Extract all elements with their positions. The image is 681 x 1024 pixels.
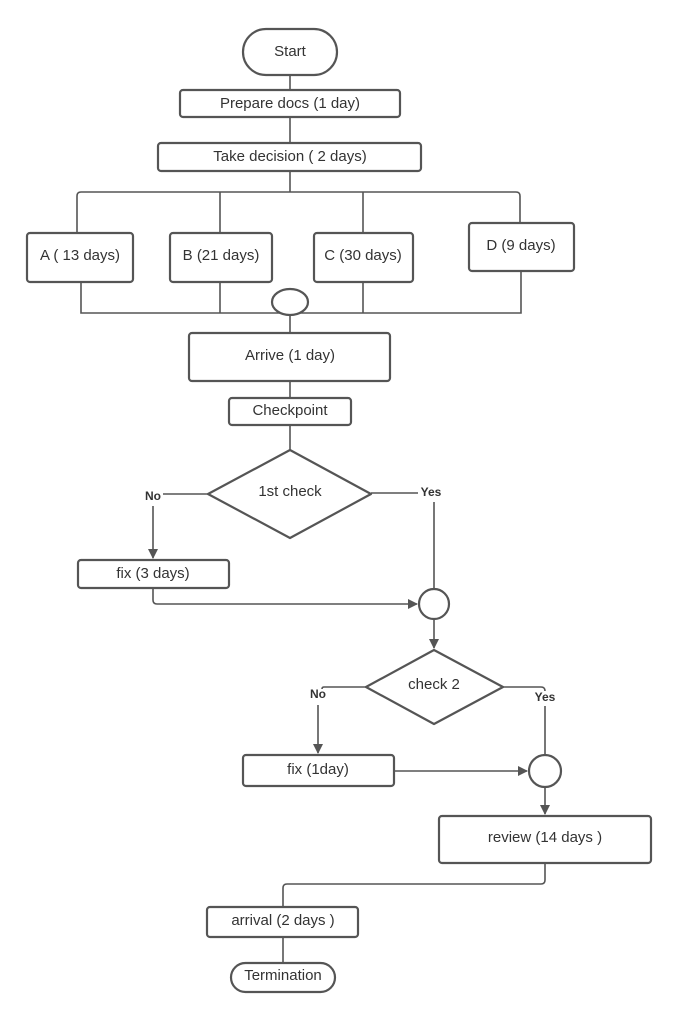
merge-node: [270, 287, 310, 317]
option-d-label: D (9 days): [486, 237, 555, 254]
termination-node: Termination: [229, 961, 337, 994]
review-label: review (14 days ): [488, 829, 602, 846]
arrive-label: Arrive (1 day): [245, 347, 335, 364]
fix-3-days-label: fix (3 days): [116, 565, 189, 582]
fix-1-day-label: fix (1day): [287, 761, 349, 778]
checkpoint-node: Checkpoint: [227, 396, 353, 427]
start-label: Start: [274, 43, 307, 60]
check-2-no-label: No: [310, 687, 326, 701]
check-2-yes-label: Yes: [535, 690, 556, 704]
option-b-label: B (21 days): [183, 247, 260, 264]
option-c-label: C (30 days): [324, 247, 402, 264]
review-node: review (14 days ): [437, 814, 653, 865]
check-2-label: check 2: [408, 676, 460, 693]
prepare-docs-label: Prepare docs (1 day): [220, 95, 360, 112]
arrive-node: Arrive (1 day): [187, 331, 392, 383]
check-2-decision: check 2: [364, 648, 505, 726]
first-check-label: 1st check: [258, 483, 322, 500]
take-decision-label: Take decision ( 2 days): [213, 148, 366, 165]
prepare-docs-node: Prepare docs (1 day): [178, 88, 402, 119]
checkpoint-label: Checkpoint: [252, 402, 328, 419]
take-decision-node: Take decision ( 2 days): [156, 141, 423, 173]
start-node: Start: [241, 27, 339, 77]
fix-3-days-node: fix (3 days): [76, 558, 231, 590]
merge-node-3: [527, 753, 563, 789]
first-check-decision: 1st check: [206, 448, 373, 540]
option-c-node: C (30 days): [312, 231, 415, 284]
first-check-no-label: No: [145, 489, 161, 503]
option-b-node: B (21 days): [168, 231, 274, 284]
fix-1-day-node: fix (1day): [241, 753, 396, 788]
termination-label: Termination: [244, 967, 322, 984]
option-a-node: A ( 13 days): [25, 231, 135, 284]
first-check-yes-label: Yes: [421, 485, 442, 499]
flowchart: Start Prepare docs (1 day) Take decision…: [25, 27, 653, 994]
arrival-node: arrival (2 days ): [205, 905, 360, 939]
option-a-label: A ( 13 days): [40, 247, 120, 264]
option-d-node: D (9 days): [467, 221, 576, 273]
merge-node-2: [417, 587, 451, 621]
arrival-label: arrival (2 days ): [231, 912, 334, 929]
